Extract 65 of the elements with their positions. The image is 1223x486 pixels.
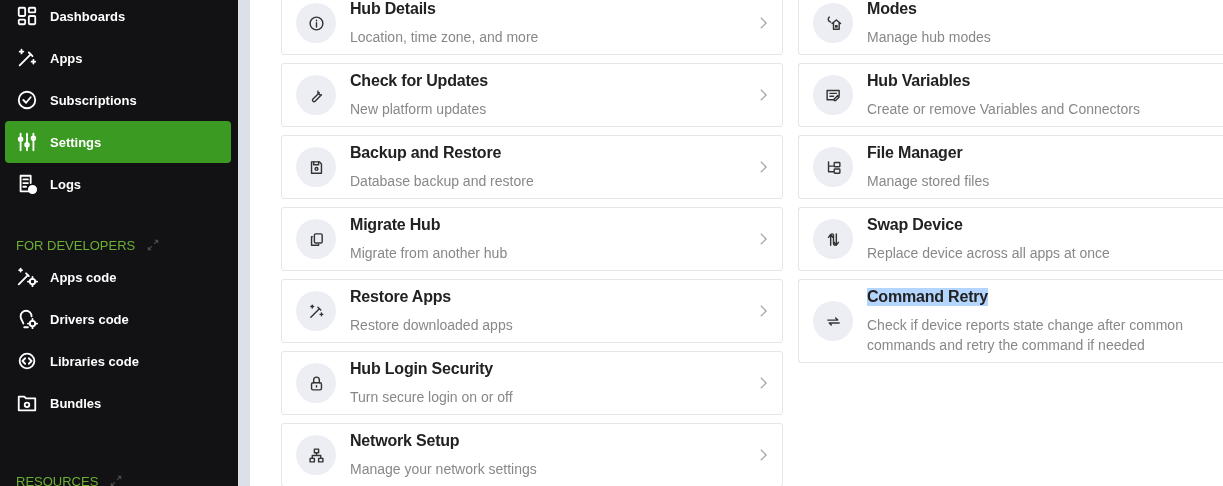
grid-icon	[16, 5, 38, 27]
network-icon	[307, 446, 325, 464]
card-title: File Manager	[867, 143, 963, 162]
card-description: Migrate from another hub	[350, 243, 509, 263]
card-description: Manage hub modes	[867, 27, 992, 47]
card-title: Swap Device	[867, 215, 963, 234]
card-title: Hub Login Security	[350, 359, 494, 378]
card-title: Migrate Hub	[350, 215, 441, 234]
card-description: Create or remove Variables and Connectors	[867, 99, 1141, 119]
settings-card[interactable]: Hub Details Location, time zone, and more	[281, 0, 783, 55]
sliders-icon	[16, 131, 38, 153]
settings-card[interactable]: Hub Variables Create or remove Variables and Connectors	[798, 63, 1223, 127]
nav-item[interactable]: Logs	[5, 163, 231, 205]
nav-item[interactable]: Libraries code	[5, 340, 231, 382]
settings-card[interactable]: Swap Device Replace device across all apps at once	[798, 207, 1223, 271]
settings-card[interactable]: Modes Manage hub modes	[798, 0, 1223, 55]
collapse-icon[interactable]	[110, 475, 123, 486]
card-title: Check for Updates	[350, 71, 488, 90]
card-title: Restore Apps	[350, 287, 452, 306]
nav-item[interactable]: Apps code	[5, 256, 231, 298]
chevron-icon	[759, 160, 768, 174]
nav-item[interactable]: Settings	[5, 121, 231, 163]
settings-card[interactable]: Check for Updates New platform updates	[281, 63, 783, 127]
nav-item[interactable]: Apps	[5, 37, 231, 79]
card-title: Hub Details	[350, 0, 436, 18]
card-description: Check if device reports state change after common commands and retry the command if needed	[867, 316, 1184, 355]
chevron-icon	[759, 232, 768, 246]
section-heading: FOR DEVELOPERS	[16, 237, 136, 253]
chevron-icon	[759, 88, 768, 102]
card-title: Hub Variables	[867, 71, 971, 90]
card-title: Modes	[867, 0, 917, 18]
wand-icon	[307, 302, 325, 320]
wand-icon	[16, 47, 38, 69]
chevron-icon	[759, 304, 768, 318]
card-title: Backup and Restore	[350, 143, 502, 162]
check-circle-icon	[16, 89, 38, 111]
section-heading: RESOURCES	[16, 473, 99, 486]
card-description: New platform updates	[350, 99, 488, 119]
card-title: Command Retry	[867, 288, 988, 306]
settings-card[interactable]: Migrate Hub Migrate from another hub	[281, 207, 783, 271]
chevron-icon	[759, 16, 768, 30]
code-gear-icon	[16, 350, 38, 372]
nav-item[interactable]: Subscriptions	[5, 79, 231, 121]
card-description: Manage stored files	[867, 171, 991, 191]
chevron-icon	[759, 448, 768, 462]
chevron-icon	[759, 376, 768, 390]
settings-card[interactable]: Command Retry Check if device reports state change after common commands and retry the command if needed	[798, 279, 1223, 363]
settings-card[interactable]: Backup and Restore Database backup and restore	[281, 135, 783, 199]
nav-item[interactable]: Dashboards	[5, 0, 231, 37]
nav-item[interactable]: Bundles	[5, 382, 231, 424]
collapse-icon[interactable]	[147, 239, 160, 251]
card-title: Network Setup	[350, 431, 460, 450]
card-description: Replace device across all apps at once	[867, 243, 1111, 263]
info-icon	[307, 14, 325, 32]
wand-gear-icon	[16, 266, 38, 288]
card-description: Manage your network settings	[350, 459, 538, 479]
settings-card[interactable]: Network Setup Manage your network settings	[281, 423, 783, 486]
settings-card[interactable]: Restore Apps Restore downloaded apps	[281, 279, 783, 343]
card-description: Database backup and restore	[350, 171, 535, 191]
card-description: Restore downloaded apps	[350, 315, 514, 335]
settings-card[interactable]: Hub Login Security Turn secure login on or off	[281, 351, 783, 415]
card-description: Turn secure login on or off	[350, 387, 514, 407]
settings-card[interactable]: File Manager Manage stored files	[798, 135, 1223, 199]
nav-item[interactable]: Drivers code	[5, 298, 231, 340]
card-description: Location, time zone, and more	[350, 27, 540, 47]
